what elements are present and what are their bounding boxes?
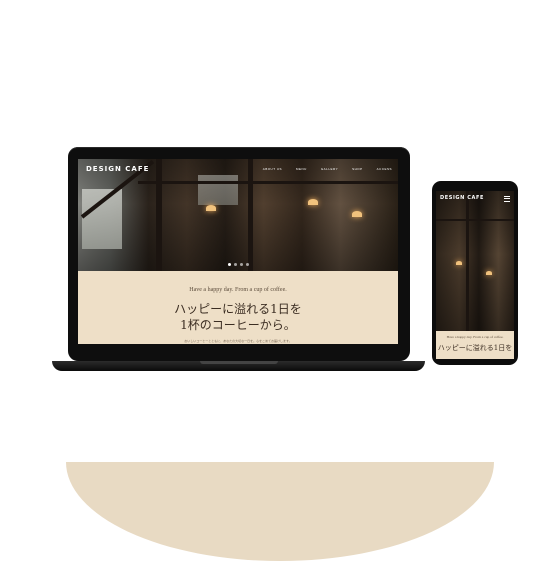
tagline: Have a happy day. From a cup of coffee. (189, 287, 287, 293)
catchphrase-line-2: 1杯のコーヒーから。 (180, 318, 296, 333)
slider-dot[interactable] (246, 263, 249, 266)
slider-dots (228, 263, 249, 266)
main-nav: ABOUT US MENU GALLERY SHOP ACCESS (263, 167, 392, 171)
slider-dot[interactable] (228, 263, 231, 266)
phone-tagline: Have a happy day. From a cup of coffee. (446, 335, 504, 339)
catchphrase-line-1: ハッピーに溢れる1日を (174, 302, 302, 316)
hamburger-menu-icon[interactable] (504, 196, 510, 203)
phone-screen: DESIGN CAFE Have a happy day. From a cup… (436, 191, 514, 359)
phone-brand-logo[interactable]: DESIGN CAFE (440, 195, 484, 201)
brand-logo[interactable]: DESIGN CAFE (86, 165, 149, 173)
background-arc (66, 462, 494, 561)
nav-item-access[interactable]: ACCESS (377, 167, 392, 171)
laptop-screen: DESIGN CAFE ABOUT US MENU GALLERY SHOP A… (78, 159, 398, 344)
catchphrase: ハッピーに溢れる1日を 1杯のコーヒーから。 (78, 301, 398, 333)
phone-catchphrase: ハッピーに溢れる1日を (437, 344, 513, 352)
nav-item-shop[interactable]: SHOP (352, 167, 363, 171)
hero-image: DESIGN CAFE ABOUT US MENU GALLERY SHOP A… (78, 159, 398, 271)
laptop-notch (200, 361, 278, 364)
slider-dot[interactable] (234, 263, 237, 266)
nav-item-gallery[interactable]: GALLERY (321, 167, 338, 171)
slider-dot[interactable] (240, 263, 243, 266)
intro-text: おいしいコーヒーとともに、あなたの大切な一日を。心をこめてお届けします。 (184, 339, 292, 343)
phone-hero-image: DESIGN CAFE (436, 191, 514, 331)
nav-item-about[interactable]: ABOUT US (263, 167, 282, 171)
nav-item-menu[interactable]: MENU (296, 167, 307, 171)
